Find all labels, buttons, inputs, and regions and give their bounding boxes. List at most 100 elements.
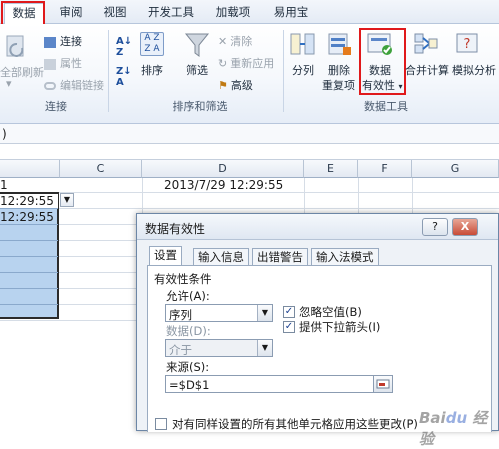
sheet-header-spacer [0, 144, 499, 160]
sort-button[interactable]: 排序 [141, 62, 163, 78]
column-header-d[interactable]: D [142, 160, 304, 178]
sort-az-icon[interactable]: A↓ Z [116, 36, 132, 58]
allow-label: 允许(A): [166, 289, 210, 303]
group-separator [283, 30, 284, 112]
advanced-label: 高级 [230, 79, 253, 92]
source-label: 来源(S): [166, 360, 210, 374]
collapse-dialog-icon[interactable] [373, 375, 393, 393]
dialog-titlebar[interactable]: 数据有效性 ? X [137, 214, 498, 240]
cell-b3[interactable]: 12:29:55 [0, 210, 54, 224]
filter-button[interactable]: 筛选 [186, 62, 208, 78]
cell-b2[interactable]: 12:29:55 [0, 194, 58, 208]
refresh-all-icon [4, 32, 30, 62]
grid-line [0, 256, 58, 257]
connections-icon [44, 36, 56, 48]
properties-icon [44, 58, 56, 70]
group-separator [108, 30, 109, 112]
clear-button[interactable]: ✕ 清除 [218, 33, 252, 49]
column-header-g[interactable]: G [412, 160, 499, 178]
apply-all-label: 对有同样设置的所有其他单元格应用这些更改(P) [172, 417, 418, 431]
advanced-icon: ⚑ [218, 79, 228, 92]
reapply-label: 重新应用 [230, 57, 275, 70]
grid-line [0, 272, 58, 273]
source-value: =$D$1 [169, 378, 210, 392]
tab-easyuse[interactable]: 易用宝 [268, 3, 314, 24]
column-header-c[interactable]: C [60, 160, 142, 178]
remove-duplicates-label-1: 删除 [328, 64, 350, 77]
tab-addins[interactable]: 加载项 [210, 3, 256, 24]
chevron-down-icon[interactable]: ▼ [257, 340, 272, 356]
ignore-blank-checkbox[interactable]: ✓ [283, 306, 295, 318]
group-label-data-tools: 数据工具 [364, 100, 408, 113]
edit-links-button[interactable]: 编辑链接 [44, 77, 104, 93]
remove-duplicates-label-2: 重复项 [322, 79, 355, 92]
grid-line [0, 208, 499, 209]
tab-ime-mode[interactable]: 输入法模式 [311, 248, 379, 266]
source-input[interactable]: =$D$1 [165, 375, 385, 393]
cell-d1[interactable]: 2013/7/29 12:29:55 [164, 178, 283, 192]
highlight-validation-button [359, 28, 406, 95]
connections-label: 连接 [60, 35, 82, 48]
sort-za-icon[interactable]: Z↓ A [116, 66, 132, 88]
remove-duplicates-button[interactable]: 删除 [328, 62, 350, 78]
column-header-f[interactable]: F [358, 160, 412, 178]
grid-line [0, 192, 499, 193]
clear-label: 清除 [230, 35, 253, 48]
column-header-b[interactable] [0, 160, 60, 178]
group-label-connections: 连接 [45, 100, 67, 113]
chevron-down-icon[interactable]: ▼ [257, 305, 272, 321]
tab-review[interactable]: 审阅 [56, 3, 86, 24]
formula-bar-value: ) [2, 127, 7, 141]
dropdown-arrow-icon[interactable]: ▼ [60, 193, 74, 207]
tab-input-message[interactable]: 输入信息 [193, 248, 249, 266]
consolidate-button[interactable]: 合并计算 [405, 62, 449, 78]
text-to-columns-button[interactable]: 分列 [292, 62, 314, 78]
grid-line [0, 288, 58, 289]
tab-settings[interactable]: 设置 [149, 246, 182, 266]
data-label: 数据(D): [166, 324, 211, 338]
connections-button[interactable]: 连接 [44, 33, 82, 49]
properties-label: 属性 [60, 57, 82, 70]
tab-error-alert[interactable]: 出错警告 [252, 248, 308, 266]
sort-dialog-icon: A ZZ A [140, 32, 164, 56]
cell-b1[interactable]: 1 [0, 178, 8, 192]
close-button[interactable]: X [452, 218, 478, 236]
filter-icon [184, 31, 210, 59]
formula-bar[interactable]: ) [0, 124, 499, 144]
data-select[interactable]: 介于 ▼ [165, 339, 273, 357]
what-if-analysis-button[interactable]: 模拟分析 [452, 62, 496, 78]
remove-duplicates-icon [327, 31, 353, 59]
tab-view[interactable]: 视图 [100, 3, 130, 24]
data-value: 介于 [169, 343, 192, 357]
column-header-e[interactable]: E [304, 160, 358, 178]
grid-line [0, 240, 58, 241]
reapply-button[interactable]: ↻ 重新应用 [218, 55, 274, 71]
section-title: 有效性条件 [154, 272, 212, 286]
svg-text:?: ? [464, 37, 471, 52]
advanced-button[interactable]: ⚑ 高级 [218, 77, 253, 93]
what-if-analysis-icon: ? [455, 31, 481, 57]
dropdown-label: 提供下拉箭头(I) [299, 320, 381, 334]
dropdown-checkbox[interactable]: ✓ [283, 321, 295, 333]
consolidate-icon [414, 32, 438, 56]
ignore-blank-label: 忽略空值(B) [299, 305, 362, 319]
allow-select[interactable]: 序列 ▼ [165, 304, 273, 322]
watermark-logo: Baidu 经验 [419, 409, 488, 448]
ribbon-tab-strip: 数据 审阅 视图 开发工具 加载项 易用宝 [0, 0, 499, 25]
reapply-icon: ↻ [218, 57, 228, 70]
apply-all-checkbox[interactable] [155, 418, 167, 430]
tab-developer[interactable]: 开发工具 [143, 3, 199, 24]
edit-links-icon [44, 82, 56, 90]
edit-links-label: 编辑链接 [60, 79, 104, 92]
help-button[interactable]: ? [422, 218, 448, 236]
text-to-columns-icon [290, 31, 316, 59]
data-validation-dialog: 数据有效性 ? X 设置 输入信息 出错警告 输入法模式 有效性条件 允许(A)… [136, 213, 499, 432]
grid-line [0, 208, 58, 209]
properties-button[interactable]: 属性 [44, 55, 82, 71]
refresh-all-chevron-icon: ▾ [6, 77, 12, 90]
grid-line [0, 224, 58, 225]
allow-value: 序列 [169, 308, 192, 322]
dialog-title: 数据有效性 [145, 222, 206, 236]
group-label-sort-filter: 排序和筛选 [172, 100, 228, 113]
grid-line [0, 304, 58, 305]
